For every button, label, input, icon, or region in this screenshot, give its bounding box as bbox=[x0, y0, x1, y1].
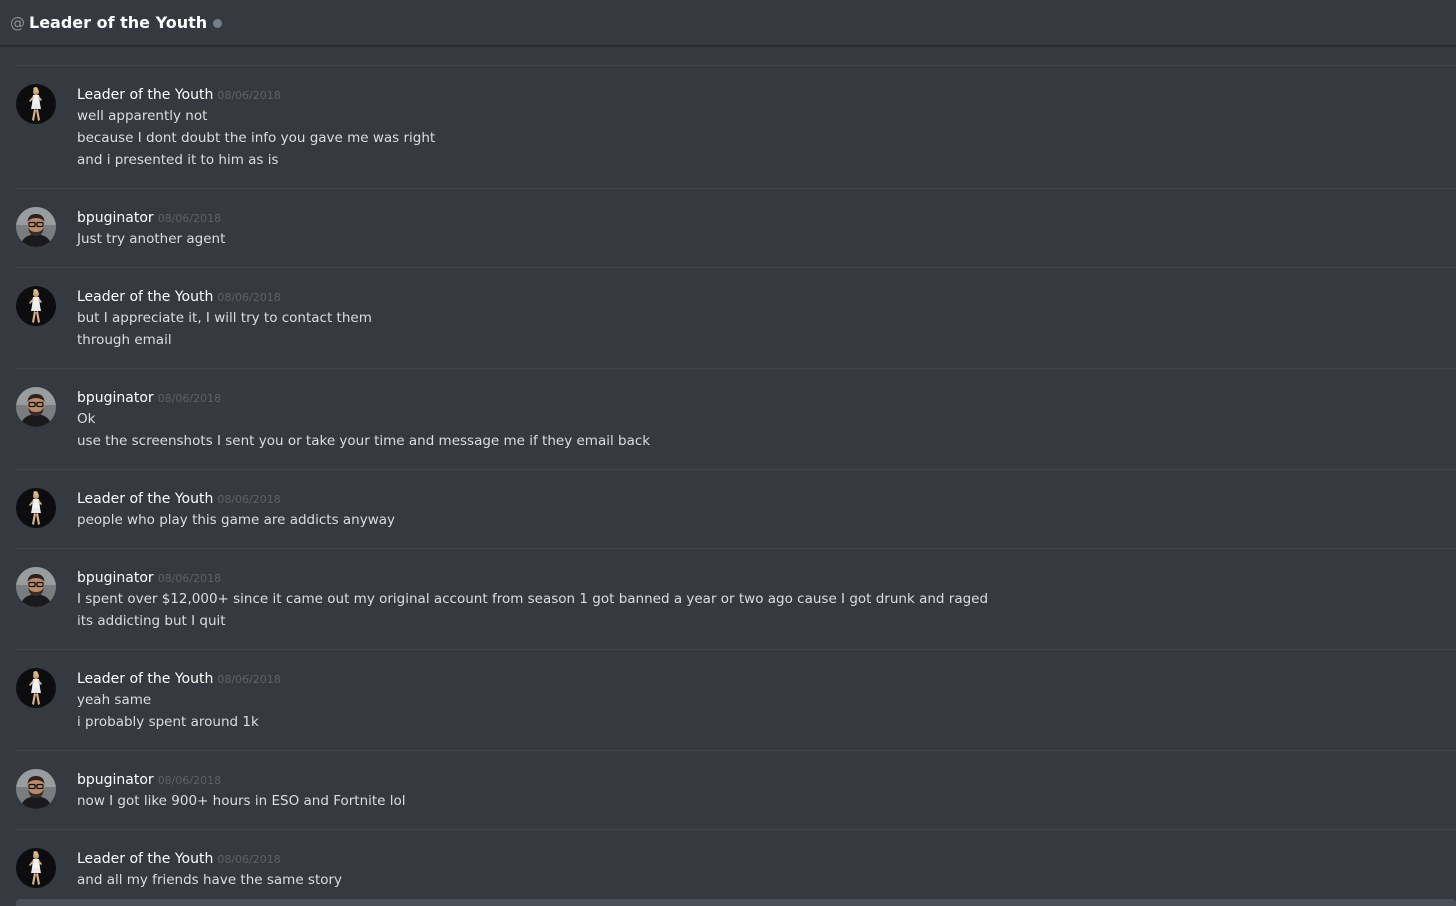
message-text: people who play this game are addicts an… bbox=[77, 512, 396, 528]
message-group: Leader of the Youth 08/06/2018 but I appre… bbox=[16, 267, 1456, 368]
message-author[interactable]: bpuginator bbox=[77, 570, 154, 586]
message-group: bpuginator 08/06/2018 now I got like 900+ … bbox=[16, 750, 1456, 829]
message-author[interactable]: bpuginator bbox=[77, 210, 154, 226]
dancer-avatar[interactable] bbox=[16, 848, 56, 888]
man-with-glasses-avatar[interactable] bbox=[16, 387, 56, 427]
message-group: Leader of the Youth 08/06/2018 well appare… bbox=[16, 65, 1456, 188]
message-timestamp: 08/06/2018 bbox=[217, 493, 281, 506]
message-timestamp: 08/06/2018 bbox=[157, 392, 222, 405]
message-text: well apparently not bbox=[77, 108, 208, 124]
message-header: Leader of the Youth 08/06/2018 bbox=[77, 285, 1456, 307]
message-header: bpuginator 08/06/2018 bbox=[77, 386, 1456, 408]
message-text: Just try another agent bbox=[77, 231, 226, 247]
message-text: but I appreciate it, I will try to conta… bbox=[77, 310, 372, 326]
message-timestamp: 08/06/2018 bbox=[217, 291, 281, 304]
message-timestamp: 08/06/2018 bbox=[217, 673, 281, 686]
message-header: bpuginator 08/06/2018 bbox=[77, 566, 1456, 588]
message-author[interactable]: bpuginator bbox=[77, 390, 154, 406]
at-icon: @ bbox=[10, 13, 25, 32]
message-text: Ok bbox=[77, 411, 96, 427]
message-author[interactable]: bpuginator bbox=[77, 772, 154, 788]
horizontal-scrollbar[interactable] bbox=[16, 899, 1456, 906]
message-text: through email bbox=[77, 332, 172, 348]
message-timestamp: 08/06/2018 bbox=[157, 572, 222, 585]
channel-header: @ Leader of the Youth bbox=[0, 0, 1456, 46]
message-timestamp: 08/06/2018 bbox=[217, 89, 281, 102]
message-text: because I dont doubt the info you gave m… bbox=[77, 130, 436, 146]
dm-window: @ Leader of the Youth Leader of the Yout… bbox=[0, 0, 1456, 906]
man-with-glasses-avatar[interactable] bbox=[16, 207, 56, 247]
message-group: bpuginator 08/06/2018 I spent over $12,000… bbox=[16, 548, 1456, 649]
message-header: bpuginator 08/06/2018 bbox=[77, 206, 1456, 228]
message-header: Leader of the Youth 08/06/2018 bbox=[77, 487, 1456, 509]
man-with-glasses-avatar[interactable] bbox=[16, 567, 56, 607]
message-header: Leader of the Youth 08/06/2018 bbox=[77, 667, 1456, 689]
message-text: yeah same bbox=[77, 692, 152, 708]
message-group: Leader of the Youth 08/06/2018 people who … bbox=[16, 469, 1456, 548]
message-timestamp: 08/06/2018 bbox=[217, 853, 281, 866]
man-with-glasses-avatar[interactable] bbox=[16, 769, 56, 809]
status-indicator-icon bbox=[213, 18, 223, 28]
message-text: use the screenshots I sent you or take y… bbox=[77, 433, 651, 449]
message-text: I spent over $12,000+ since it came out … bbox=[77, 591, 989, 607]
message-author[interactable]: Leader of the Youth bbox=[77, 671, 213, 687]
message-header: Leader of the Youth 08/06/2018 bbox=[77, 83, 1456, 105]
message-group: Leader of the Youth 08/06/2018 yeah same i … bbox=[16, 649, 1456, 750]
message-author[interactable]: Leader of the Youth bbox=[77, 851, 213, 867]
message-group: bpuginator 08/06/2018 Ok use the screenshot… bbox=[16, 368, 1456, 469]
message-list: Leader of the Youth 08/06/2018 well appare… bbox=[16, 65, 1456, 906]
message-author[interactable]: Leader of the Youth bbox=[77, 87, 213, 103]
message-text: now I got like 900+ hours in ESO and For… bbox=[77, 793, 406, 809]
message-text: and i presented it to him as is bbox=[77, 152, 279, 168]
message-header: Leader of the Youth 08/06/2018 bbox=[77, 847, 1456, 869]
message-header: bpuginator 08/06/2018 bbox=[77, 768, 1456, 790]
message-timestamp: 08/06/2018 bbox=[157, 774, 222, 787]
message-group: bpuginator 08/06/2018 Just try another age… bbox=[16, 188, 1456, 267]
message-text: its addicting but I quit bbox=[77, 613, 226, 629]
dancer-avatar[interactable] bbox=[16, 286, 56, 326]
message-author[interactable]: Leader of the Youth bbox=[77, 289, 213, 305]
message-timestamp: 08/06/2018 bbox=[157, 212, 222, 225]
message-group: Leader of the Youth 08/06/2018 and all my … bbox=[16, 829, 1456, 906]
dancer-avatar[interactable] bbox=[16, 668, 56, 708]
dm-recipient-name[interactable]: Leader of the Youth bbox=[29, 13, 207, 32]
message-author[interactable]: Leader of the Youth bbox=[77, 491, 213, 507]
dancer-avatar[interactable] bbox=[16, 84, 56, 124]
message-text: i probably spent around 1k bbox=[77, 714, 259, 730]
message-text: and all my friends have the same story bbox=[77, 872, 343, 888]
dancer-avatar[interactable] bbox=[16, 488, 56, 528]
